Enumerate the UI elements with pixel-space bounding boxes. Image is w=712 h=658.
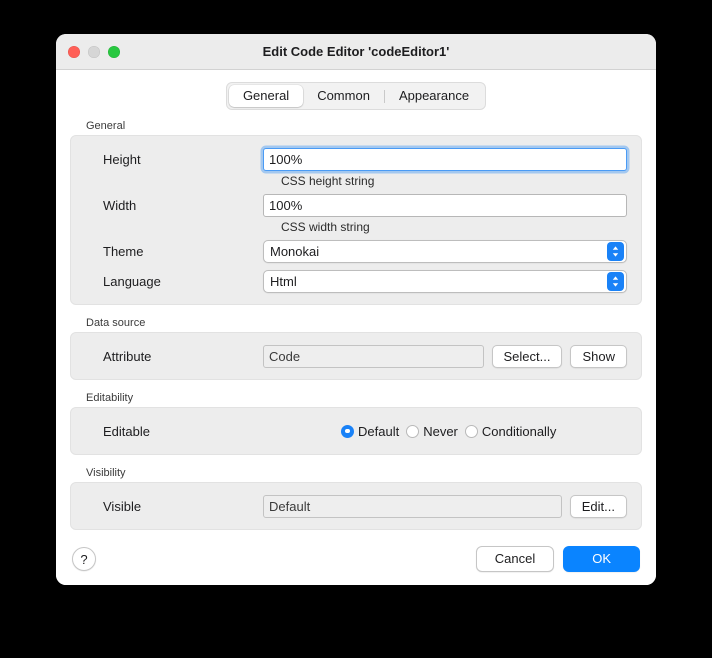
theme-row: Theme Monokai (85, 238, 627, 264)
dialog-footer: ? Cancel OK (56, 533, 656, 585)
visible-input[interactable]: Default (263, 494, 562, 518)
editability-group: Editability Editable Default Never Condi… (70, 392, 642, 455)
radio-label-default: Default (358, 423, 400, 439)
attribute-input[interactable]: Code (263, 344, 484, 368)
radio-option-default[interactable]: Default (341, 424, 399, 439)
show-attribute-button[interactable]: Show (570, 344, 627, 368)
cancel-button[interactable]: Cancel (475, 546, 555, 572)
tab-group: General Common Appearance (225, 82, 487, 110)
general-group-box: Height 100% CSS height string Width 100%… (70, 135, 642, 305)
dialog-window: Edit Code Editor 'codeEditor1' General C… (56, 34, 656, 585)
width-row: Width 100% (85, 192, 627, 218)
radio-icon-never (406, 424, 420, 438)
radio-label-never: Never (423, 423, 458, 439)
title-bar: Edit Code Editor 'codeEditor1' (56, 34, 656, 70)
language-row: Language Html (85, 268, 627, 294)
data-source-group-box: Attribute Code Select... Show (70, 332, 642, 380)
general-group-title: General (86, 120, 126, 132)
help-button[interactable]: ? (72, 547, 96, 571)
width-hint: CSS width string (281, 220, 370, 234)
visibility-group: Visibility Visible Default Edit... (70, 467, 642, 530)
editable-row: Editable Default Never Conditionally (85, 418, 627, 444)
radio-icon-default (341, 424, 354, 438)
radio-label-conditionally: Conditionally (481, 423, 557, 439)
language-select[interactable]: Html (263, 269, 627, 293)
zoom-button-icon[interactable] (108, 45, 120, 58)
editability-group-title: Editability (86, 392, 134, 404)
language-select-value: Html (270, 273, 297, 289)
theme-label: Theme (103, 243, 144, 259)
data-source-group-title: Data source (86, 317, 146, 329)
visibility-group-box: Visible Default Edit... (70, 482, 642, 530)
radio-option-never[interactable]: Never (406, 424, 458, 439)
tab-general[interactable]: General (228, 85, 304, 107)
chevron-up-down-icon (607, 271, 624, 291)
close-button-icon[interactable] (68, 45, 80, 58)
height-label: Height (103, 151, 141, 167)
tab-common[interactable]: Common (303, 85, 384, 107)
select-attribute-button[interactable]: Select... (491, 344, 563, 368)
language-label: Language (103, 273, 161, 289)
general-group: General Height 100% CSS height string Wi… (70, 120, 642, 305)
theme-select-value: Monokai (270, 243, 320, 259)
edit-visibility-button[interactable]: Edit... (569, 494, 627, 518)
width-label: Width (103, 197, 137, 213)
window-title: Edit Code Editor 'codeEditor1' (262, 44, 450, 59)
tab-appearance[interactable]: Appearance (385, 85, 483, 107)
height-row: Height 100% (85, 146, 627, 172)
ok-button[interactable]: OK (563, 546, 640, 572)
radio-icon-conditionally (464, 424, 478, 438)
theme-select[interactable]: Monokai (263, 239, 627, 263)
height-input[interactable]: 100% (263, 147, 627, 171)
visible-row: Visible Default Edit... (85, 493, 627, 519)
attribute-row: Attribute Code Select... Show (85, 343, 627, 369)
radio-option-conditionally[interactable]: Conditionally (464, 423, 557, 439)
height-hint: CSS height string (281, 174, 375, 188)
dialog-content: General Height 100% CSS height string Wi… (56, 110, 656, 533)
tab-bar: General Common Appearance (56, 70, 656, 110)
chevron-up-down-icon (607, 241, 624, 261)
editable-radio-group: Default Never Conditionally (263, 424, 627, 439)
traffic-lights (68, 45, 120, 58)
minimize-button-icon[interactable] (88, 45, 100, 58)
visible-label: Visible (103, 498, 142, 514)
attribute-label: Attribute (103, 348, 152, 364)
editable-label: Editable (103, 423, 150, 439)
visibility-group-title: Visibility (86, 467, 126, 479)
data-source-group: Data source Attribute Code Select... Sho… (70, 317, 642, 380)
editability-group-box: Editable Default Never Conditionally (70, 407, 642, 455)
width-input[interactable]: 100% (263, 193, 627, 217)
